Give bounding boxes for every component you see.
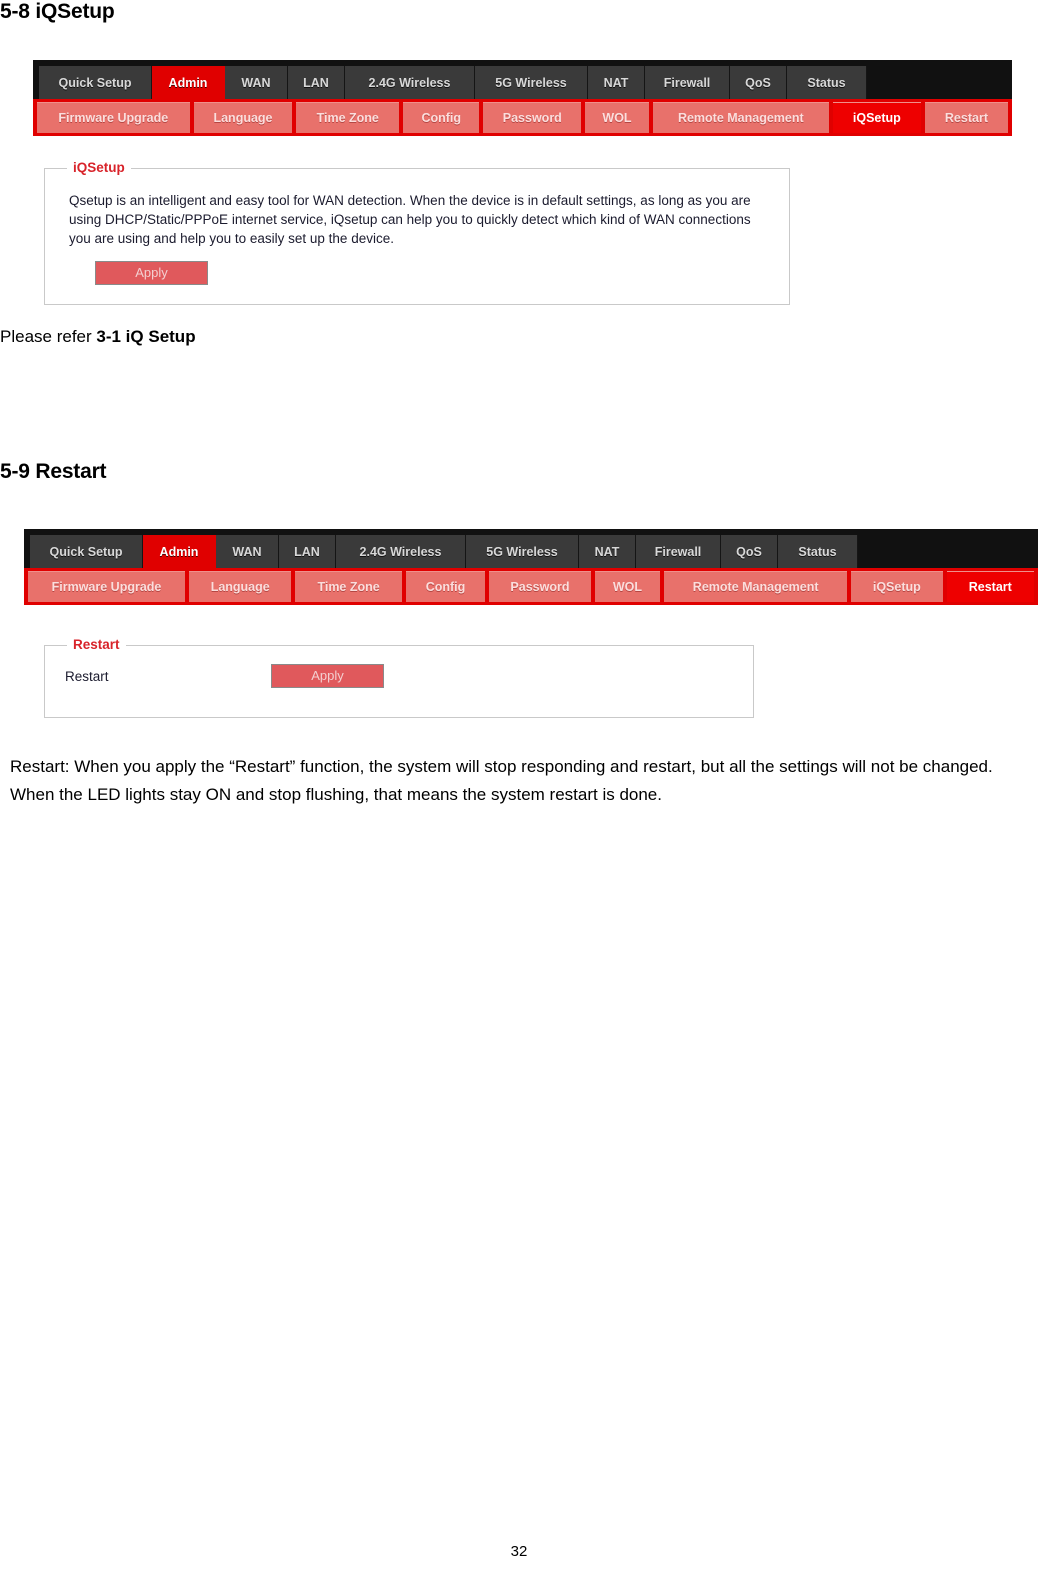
- restart-nav-tab-lan[interactable]: LAN: [279, 535, 336, 568]
- restart-apply-button[interactable]: Apply: [271, 664, 384, 688]
- restart-nav-subtab-wol[interactable]: WOL: [594, 571, 661, 602]
- subtab-label: Language: [210, 580, 270, 594]
- subtab-label: Password: [510, 580, 570, 594]
- restart-nav-subtab-time-zone[interactable]: Time Zone: [295, 571, 402, 602]
- iqsetup-nav-tab-quick-setup[interactable]: Quick Setup: [39, 66, 152, 99]
- restart-nav-tab-quick-setup[interactable]: Quick Setup: [30, 535, 143, 568]
- router-navigation-iqsetup: Quick Setup Admin WAN LAN 2.4G Wireless 5G Wi…: [33, 60, 1012, 136]
- subtab-label: Time Zone: [317, 580, 380, 594]
- tab-label: LAN: [294, 544, 320, 559]
- restart-nav-subtab-firmware-upgrade[interactable]: Firmware Upgrade: [28, 571, 186, 602]
- subtab-label: Remote Management: [677, 111, 804, 125]
- subtab-label: WOL: [602, 111, 632, 125]
- subtab-label: Firmware Upgrade: [58, 111, 169, 125]
- page-number: 32: [510, 1543, 528, 1560]
- tab-label: WAN: [241, 75, 271, 90]
- tab-label: Admin: [168, 75, 208, 90]
- tab-label: QoS: [745, 75, 771, 90]
- tab-label: 5G Wireless: [495, 75, 567, 90]
- restart-description-paragraph: Restart: When you apply the “Restart” fu…: [10, 757, 993, 804]
- tab-label: Quick Setup: [58, 75, 132, 90]
- restart-nav-subtab-language[interactable]: Language: [189, 571, 292, 602]
- nav-secondary-row: Firmware Upgrade Language Time Zone Config P…: [24, 568, 1038, 605]
- subtab-label: Language: [213, 111, 273, 125]
- tab-label: WAN: [232, 544, 262, 559]
- tab-label: Quick Setup: [49, 544, 123, 559]
- iqsetup-nav-tab-qos[interactable]: QoS: [730, 66, 787, 99]
- subtab-label: Restart: [944, 111, 988, 125]
- restart-nav-tab-nat[interactable]: NAT: [579, 535, 636, 568]
- section-heading-iqsetup: 5-8 iQSetup: [0, 0, 115, 23]
- iqsetup-nav-subtab-remote-management[interactable]: Remote Management: [652, 102, 829, 133]
- subtab-label: Config: [425, 580, 466, 594]
- subtab-label: iQSetup: [852, 111, 901, 125]
- restart-nav-tab-firewall[interactable]: Firewall: [636, 535, 721, 568]
- subtab-label: Restart: [968, 580, 1012, 594]
- iqsetup-nav-subtab-iqsetup[interactable]: iQSetup: [832, 102, 921, 133]
- subtab-label: iQSetup: [872, 580, 921, 594]
- iqsetup-nav-subtab-restart[interactable]: Restart: [924, 102, 1009, 133]
- restart-nav-subtab-iqsetup[interactable]: iQSetup: [851, 571, 943, 602]
- refer-line: Please refer 3-1 iQ Setup: [0, 325, 196, 349]
- restart-nav-tab-admin[interactable]: Admin: [143, 535, 216, 568]
- subtab-label: Remote Management: [692, 580, 819, 594]
- tab-label: Admin: [159, 544, 199, 559]
- iqsetup-nav-tab-2-4g-wireless[interactable]: 2.4G Wireless: [345, 66, 475, 99]
- iqsetup-nav-tab-lan[interactable]: LAN: [288, 66, 345, 99]
- iqsetup-nav-tab-nat[interactable]: NAT: [588, 66, 645, 99]
- restart-nav-tab-qos[interactable]: QoS: [721, 535, 778, 568]
- iqsetup-panel-legend: iQSetup: [67, 160, 131, 175]
- subtab-label: Time Zone: [316, 111, 379, 125]
- tab-label: Firewall: [654, 544, 702, 559]
- restart-panel-body: Restart Apply: [45, 646, 753, 698]
- restart-panel: Restart Restart Apply: [44, 637, 754, 718]
- restart-nav-subtab-config[interactable]: Config: [405, 571, 486, 602]
- nav-secondary-row: Firmware Upgrade Language Time Zone Config P…: [33, 99, 1012, 136]
- tab-label: NAT: [603, 75, 629, 90]
- tab-label: 2.4G Wireless: [368, 75, 451, 90]
- tab-label: 5G Wireless: [486, 544, 558, 559]
- iqsetup-panel: iQSetup Qsetup is an intelligent and eas…: [44, 160, 790, 305]
- restart-nav-tab-wan[interactable]: WAN: [216, 535, 279, 568]
- iqsetup-nav-tab-wan[interactable]: WAN: [225, 66, 288, 99]
- tab-label: 2.4G Wireless: [359, 544, 442, 559]
- restart-nav-tab-2-4g-wireless[interactable]: 2.4G Wireless: [336, 535, 466, 568]
- refer-target-text: 3-1 iQ Setup: [96, 327, 196, 346]
- iqsetup-nav-subtab-config[interactable]: Config: [403, 102, 480, 133]
- iqsetup-nav-subtab-wol[interactable]: WOL: [585, 102, 649, 133]
- restart-panel-legend: Restart: [67, 637, 126, 652]
- nav-primary-row: Quick Setup Admin WAN LAN 2.4G Wireless 5G Wi…: [33, 60, 1012, 99]
- nav-primary-row: Quick Setup Admin WAN LAN 2.4G Wireless 5G Wi…: [24, 529, 1038, 568]
- tab-label: Status: [798, 544, 837, 559]
- router-navigation-restart: Quick Setup Admin WAN LAN 2.4G Wireless 5G Wi…: [24, 529, 1038, 605]
- iqsetup-panel-body: Qsetup is an intelligent and easy tool f…: [45, 169, 789, 299]
- tab-label: LAN: [303, 75, 329, 90]
- subtab-label: WOL: [612, 580, 643, 594]
- subtab-label: Firmware Upgrade: [51, 580, 162, 594]
- restart-nav-subtab-password[interactable]: Password: [489, 571, 591, 602]
- restart-nav-subtab-remote-management[interactable]: Remote Management: [664, 571, 848, 602]
- restart-nav-tab-5g-wireless[interactable]: 5G Wireless: [466, 535, 579, 568]
- iqsetup-nav-tab-firewall[interactable]: Firewall: [645, 66, 730, 99]
- tab-label: QoS: [736, 544, 762, 559]
- iqsetup-nav-subtab-language[interactable]: Language: [193, 102, 293, 133]
- tab-label: NAT: [594, 544, 620, 559]
- iqsetup-apply-button[interactable]: Apply: [95, 261, 208, 285]
- section-heading-restart: 5-9 Restart: [0, 460, 107, 483]
- restart-row-label: Restart: [65, 668, 109, 684]
- refer-prefix-text: Please refer: [0, 327, 97, 346]
- iqsetup-nav-subtab-password[interactable]: Password: [483, 102, 582, 133]
- iqsetup-nav-tab-admin[interactable]: Admin: [152, 66, 225, 99]
- tab-label: Status: [807, 75, 846, 90]
- iqsetup-nav-tab-5g-wireless[interactable]: 5G Wireless: [475, 66, 588, 99]
- subtab-label: Config: [421, 111, 462, 125]
- iqsetup-description: Qsetup is an intelligent and easy tool f…: [69, 193, 751, 246]
- restart-nav-tab-status[interactable]: Status: [778, 535, 858, 568]
- iqsetup-nav-subtab-firmware-upgrade[interactable]: Firmware Upgrade: [37, 102, 190, 133]
- subtab-label: Password: [502, 111, 562, 125]
- restart-nav-subtab-restart[interactable]: Restart: [946, 571, 1035, 602]
- iqsetup-nav-subtab-time-zone[interactable]: Time Zone: [296, 102, 400, 133]
- tab-label: Firewall: [663, 75, 711, 90]
- iqsetup-nav-tab-status[interactable]: Status: [787, 66, 867, 99]
